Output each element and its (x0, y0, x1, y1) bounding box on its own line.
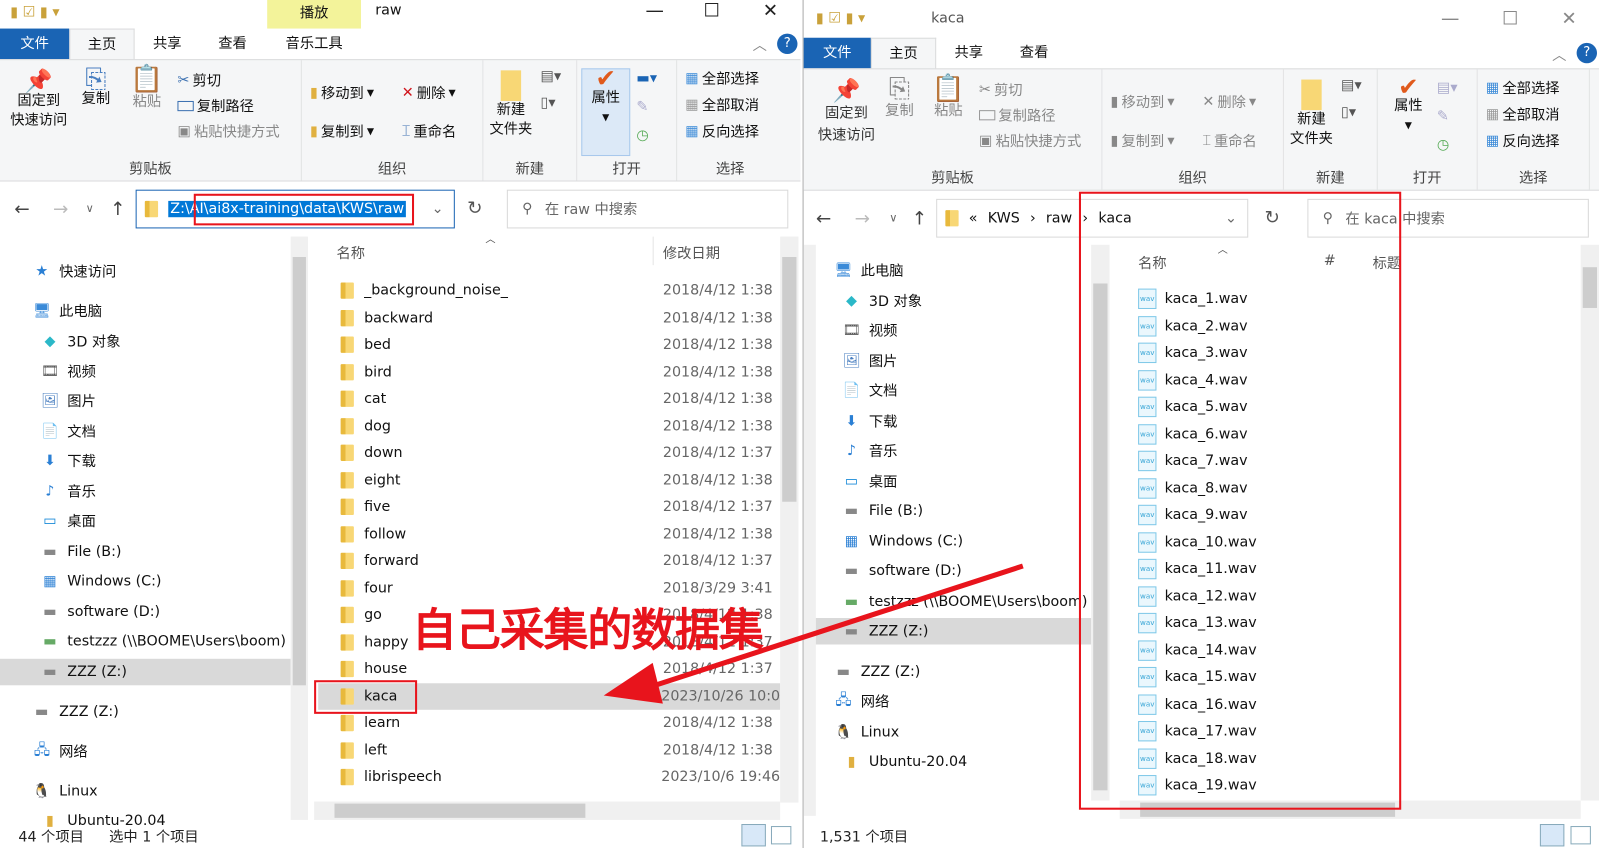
annotation-arrow (603, 563, 1024, 704)
